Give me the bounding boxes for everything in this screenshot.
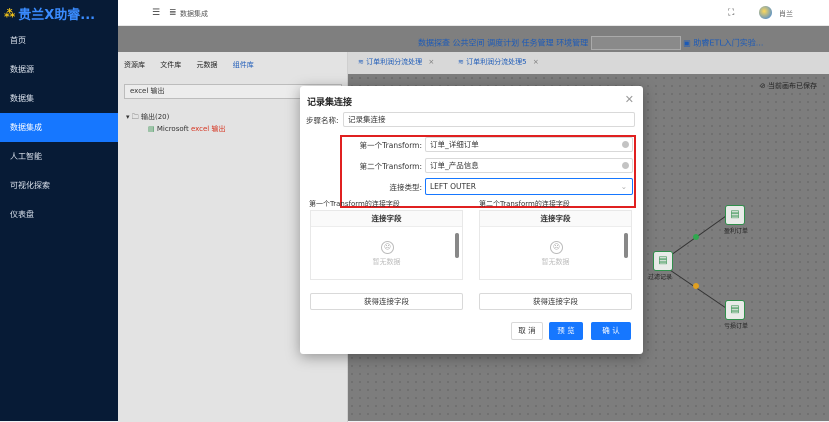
app-logo[interactable]: ⁂ 贵兰X助睿... — [0, 0, 118, 26]
empty-face-icon: ☹ — [550, 241, 563, 254]
chevron-down-icon[interactable]: ⌄ — [621, 179, 627, 194]
scrollbar[interactable] — [624, 233, 628, 258]
join-type-value: LEFT OUTER — [430, 182, 476, 191]
dialog-title: 记录集连接 — [307, 98, 353, 108]
first-transform-select[interactable]: 订单_详细订单 — [425, 137, 633, 152]
sidebar-item-integration[interactable]: 数据集成 — [0, 113, 118, 142]
confirm-button[interactable]: 确 认 — [591, 322, 631, 340]
function-menu: 数据探查 公共空间 调度计划 任务管理 环境管理 ▣ 助睿ETL入门实验... — [418, 36, 828, 50]
editor-tab-label: 订单利润分流处理5 — [466, 58, 527, 66]
empty-text: 暂无数据 — [372, 258, 401, 266]
filter-node-label: 过滤记录 — [648, 274, 673, 281]
second-transform-value: 订单_产品信息 — [430, 161, 479, 170]
tree-item-prefix: Microsoft — [156, 125, 191, 133]
book-icon: ▣ — [683, 38, 691, 48]
cancel-button[interactable]: 取 消 — [511, 322, 543, 340]
sidebar: ⁂ 贵兰X助睿... 首页 数据源 数据集 数据集成 人工智能 可视化探索 仪表盘 — [0, 0, 118, 421]
menu-public-space[interactable]: 公共空间 — [453, 39, 485, 48]
join-type-label: 连接类型: — [389, 183, 422, 192]
caret-down-icon: ▾ — [126, 113, 130, 121]
profit-order-node[interactable]: ▤ — [725, 205, 745, 225]
sidebar-item-datasource[interactable]: 数据源 — [0, 55, 118, 84]
profit-order-label: 盈利订单 — [724, 228, 749, 235]
tab-metadata[interactable]: 元数据 — [196, 61, 217, 69]
close-icon[interactable]: × — [533, 58, 539, 66]
filter-node[interactable]: ▤ — [653, 251, 673, 271]
step-name-input[interactable]: 记录集连接 — [343, 112, 635, 127]
first-transform-label: 第一个Transform: — [359, 141, 422, 150]
column-header: 连接字段 — [311, 211, 462, 227]
tree-folder[interactable]: ▾ 🗀 输出(20) — [126, 112, 169, 124]
tab-component-library[interactable]: 组件库 — [233, 61, 254, 69]
flow-icon: ≋ — [458, 58, 464, 66]
right-join-fields-table: 连接字段 ☹ 暂无数据 — [479, 210, 632, 280]
step-name-label: 步骤名称: — [306, 116, 339, 125]
folder-icon: 🗀 — [131, 113, 139, 121]
clear-icon[interactable] — [622, 141, 629, 148]
record-join-dialog: 记录集连接 ✕ 步骤名称: 记录集连接 第一个Transform: 订单_详细订… — [300, 86, 643, 354]
breadcrumb-icon: ≣ — [169, 8, 177, 18]
excel-icon: ▤ — [148, 125, 155, 133]
sidebar-item-ai[interactable]: 人工智能 — [0, 142, 118, 171]
env-select[interactable] — [590, 36, 681, 50]
editor-tab-active[interactable]: ≋ 订单利润分流处理5 × — [458, 57, 539, 67]
join-type-select[interactable]: LEFT OUTER ⌄ — [425, 178, 633, 195]
menu-data-explore[interactable]: 数据探查 — [418, 39, 450, 48]
flow-icon: ≋ — [358, 58, 364, 66]
preview-button[interactable]: 预 览 — [549, 322, 583, 340]
loss-order-label: 亏损订单 — [724, 323, 749, 330]
loss-order-node[interactable]: ▤ — [725, 300, 745, 320]
first-transform-value: 订单_详细订单 — [430, 140, 479, 149]
tree-item[interactable]: ▤ Microsoft excel 输出 — [148, 124, 225, 134]
sidebar-item-home[interactable]: 首页 — [0, 26, 118, 55]
avatar[interactable] — [759, 6, 772, 19]
app-title: 贵兰X助睿... — [18, 7, 96, 23]
close-icon[interactable]: × — [428, 58, 434, 66]
editor-tab-label: 订单利润分流处理 — [366, 58, 423, 66]
empty-text: 暂无数据 — [541, 258, 570, 266]
editor-tab-bar: ≋ 订单利润分流处理 × ≋ 订单利润分流处理5 × — [348, 52, 829, 74]
second-transform-select[interactable]: 订单_产品信息 — [425, 158, 633, 173]
folder-label: 输出(20) — [140, 113, 170, 121]
fullscreen-icon[interactable]: ⛶ — [728, 8, 734, 18]
empty-face-icon: ☹ — [381, 241, 394, 254]
clear-icon[interactable] — [622, 162, 629, 169]
get-right-fields-button[interactable]: 获得连接字段 — [479, 293, 632, 310]
top-bar: ☰ ≣ 数据集成 ⛶ 肖兰 — [118, 0, 829, 26]
close-icon[interactable]: ✕ — [625, 93, 634, 106]
tree-item-highlight: excel 输出 — [190, 125, 226, 133]
second-transform-label: 第二个Transform: — [359, 162, 422, 171]
left-section-title: 第一个Transform的连接字段 — [309, 200, 400, 208]
username[interactable]: 肖兰 — [779, 9, 793, 19]
menu-schedule[interactable]: 调度计划 — [487, 39, 519, 48]
sidebar-item-dashboard[interactable]: 仪表盘 — [0, 200, 118, 229]
logo-icon: ⁂ — [4, 6, 16, 20]
menu-toggle-icon[interactable]: ☰ — [152, 8, 160, 18]
menu-task-manage[interactable]: 任务管理 — [522, 39, 554, 48]
editor-tab[interactable]: ≋ 订单利润分流处理 × — [358, 57, 434, 67]
tab-repository[interactable]: 资源库 — [124, 61, 145, 69]
get-left-fields-button[interactable]: 获得连接字段 — [310, 293, 463, 310]
help-link[interactable]: 助睿ETL入门实验... — [693, 39, 763, 48]
scrollbar[interactable] — [455, 233, 459, 258]
menu-env-manage[interactable]: 环境管理 — [556, 39, 588, 48]
breadcrumb[interactable]: 数据集成 — [180, 9, 208, 19]
sidebar-item-dataset[interactable]: 数据集 — [0, 84, 118, 113]
sidebar-item-visual-explore[interactable]: 可视化探索 — [0, 171, 118, 200]
column-header: 连接字段 — [480, 211, 631, 227]
right-section-title: 第二个Transform的连接字段 — [479, 200, 570, 208]
tab-file-library[interactable]: 文件库 — [160, 61, 181, 69]
left-join-fields-table: 连接字段 ☹ 暂无数据 — [310, 210, 463, 280]
